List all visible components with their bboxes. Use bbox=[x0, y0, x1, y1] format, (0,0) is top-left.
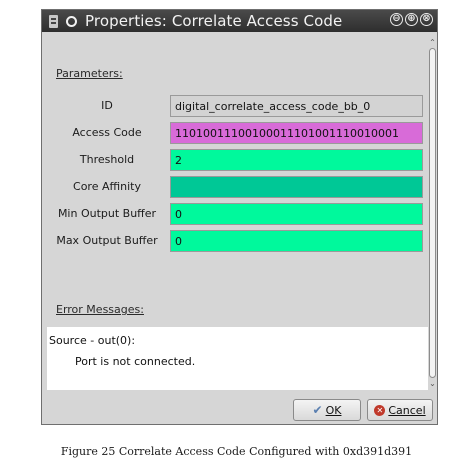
cancel-label: Cancel bbox=[388, 403, 426, 417]
error-detail-line: Port is not connected. bbox=[75, 355, 196, 368]
close-icon[interactable]: ⊗ bbox=[420, 13, 433, 26]
parameters-heading: Parameters: bbox=[56, 67, 123, 80]
scroll-up-icon[interactable]: ⌃ bbox=[428, 38, 437, 47]
access-code-field[interactable]: 11010011100100011101001110010001 bbox=[170, 122, 423, 144]
pin-icon[interactable] bbox=[66, 15, 77, 27]
error-source-line: Source - out(0): bbox=[49, 334, 136, 347]
core-affinity-field[interactable] bbox=[170, 176, 423, 198]
window-title: Properties: Correlate Access Code bbox=[85, 12, 343, 30]
ok-label: OK bbox=[325, 403, 342, 417]
properties-dialog: Properties: Correlate Access Code ⊖ ⊕ ⊗ … bbox=[41, 9, 438, 425]
param-row-core-affinity: Core Affinity bbox=[47, 176, 425, 198]
param-label: Threshold bbox=[79, 153, 135, 166]
error-messages-box: Source - out(0): Port is not connected. bbox=[47, 327, 428, 390]
threshold-field[interactable]: 2 bbox=[170, 149, 423, 171]
properties-content: Parameters: ID digital_correlate_access_… bbox=[47, 38, 428, 390]
param-label: ID bbox=[101, 99, 113, 112]
param-label: Access Code bbox=[72, 126, 142, 139]
figure-caption: Figure 25 Correlate Access Code Configur… bbox=[60, 445, 413, 458]
minimize-icon[interactable]: ⊖ bbox=[390, 13, 403, 26]
param-row-max-output-buffer: Max Output Buffer 0 bbox=[47, 230, 425, 252]
param-label: Max Output Buffer bbox=[56, 234, 158, 247]
scroll-down-icon[interactable]: ⌄ bbox=[428, 379, 437, 388]
window-controls: ⊖ ⊕ ⊗ bbox=[390, 13, 433, 26]
min-output-buffer-field[interactable]: 0 bbox=[170, 203, 423, 225]
app-icon[interactable] bbox=[48, 14, 59, 28]
param-label: Min Output Buffer bbox=[57, 207, 157, 220]
param-row-id: ID digital_correlate_access_code_bb_0 bbox=[47, 95, 425, 117]
id-field[interactable]: digital_correlate_access_code_bb_0 bbox=[170, 95, 423, 117]
cancel-icon: ✕ bbox=[374, 404, 386, 416]
title-bar[interactable]: Properties: Correlate Access Code ⊖ ⊕ ⊗ bbox=[42, 10, 437, 32]
cancel-button[interactable]: ✕ Cancel bbox=[367, 399, 433, 421]
dialog-footer: ✔ OK ✕ Cancel bbox=[42, 393, 437, 425]
param-row-threshold: Threshold 2 bbox=[47, 149, 425, 171]
error-messages-heading: Error Messages: bbox=[56, 303, 144, 316]
maximize-icon[interactable]: ⊕ bbox=[405, 13, 418, 26]
param-row-access-code: Access Code 1101001110010001110100111001… bbox=[47, 122, 425, 144]
ok-button[interactable]: ✔ OK bbox=[293, 399, 361, 421]
param-row-min-output-buffer: Min Output Buffer 0 bbox=[47, 203, 425, 225]
scroll-thumb[interactable] bbox=[429, 48, 436, 378]
max-output-buffer-field[interactable]: 0 bbox=[170, 230, 423, 252]
checkmark-icon: ✔ bbox=[312, 403, 323, 417]
param-label: Core Affinity bbox=[73, 180, 141, 193]
vertical-scrollbar[interactable]: ⌃ ⌄ bbox=[428, 38, 437, 388]
